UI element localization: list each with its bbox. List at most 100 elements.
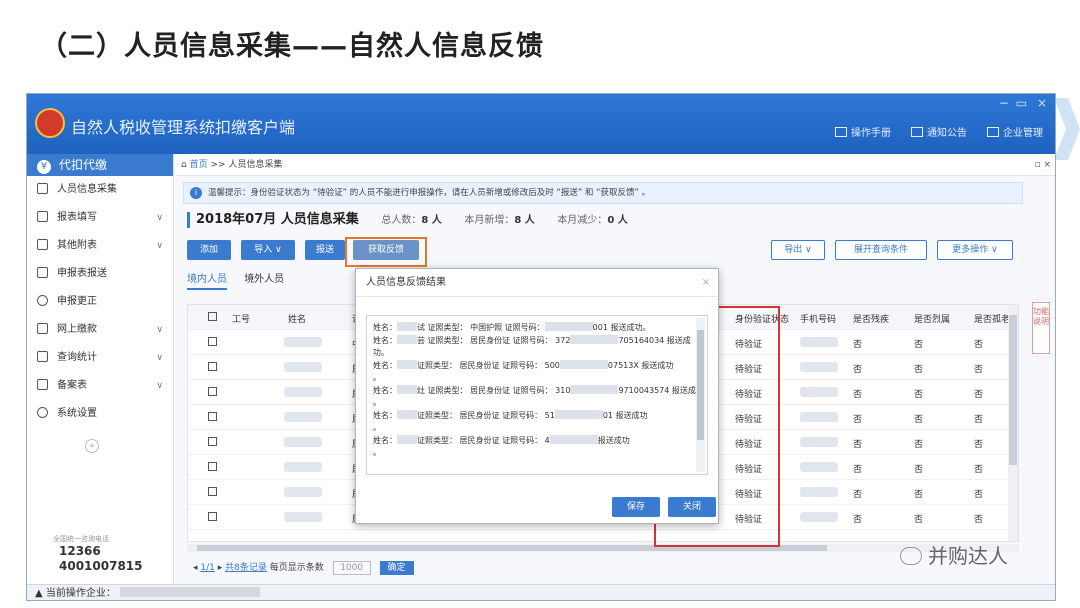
chevron-down-icon: ∨ <box>156 213 163 223</box>
row-checkbox[interactable] <box>208 362 217 371</box>
row-checkbox[interactable] <box>208 437 217 446</box>
edit-icon <box>37 211 48 222</box>
result-line: 姓名：芸 证照类型： 居民身份证 证照号码： 372 705164034 报送成 <box>373 334 691 345</box>
title-bar: 自然人税收管理系统扣缴客户端 − ▭ × 操作手册 通知公告 企业管理 <box>27 94 1055 154</box>
sidebar-collapse-button[interactable]: « <box>85 439 99 453</box>
chevron-down-icon: ∨ <box>156 353 163 363</box>
user-icon: ▲ <box>35 588 46 599</box>
total-count: 8 人 <box>421 215 442 226</box>
import-button[interactable]: 导入 ∨ <box>241 240 295 260</box>
dialog-close-icon[interactable]: × <box>702 269 710 297</box>
dialog-title: 人员信息反馈结果 <box>366 277 446 288</box>
watermark: 并购达人 <box>900 540 1008 569</box>
app-title: 自然人税收管理系统扣缴客户端 <box>71 118 296 137</box>
new-count: 8 人 <box>514 215 535 226</box>
dialog-header: 人员信息反馈结果 × <box>356 269 718 297</box>
hotline-caption: 全国统一咨询电话 <box>53 535 109 543</box>
close-button[interactable]: × <box>1037 96 1047 110</box>
book-icon <box>835 127 847 137</box>
result-line: 功。 <box>373 348 389 357</box>
row-checkbox[interactable] <box>208 512 217 521</box>
slide-title: （二）人员信息采集——自然人信息反馈 <box>40 31 544 62</box>
row-checkbox[interactable] <box>208 462 217 471</box>
document-icon <box>37 379 48 390</box>
select-all-checkbox[interactable] <box>208 312 217 321</box>
feedback-result-dialog: 人员信息反馈结果 × 姓名：试 证照类型： 中国护照 证照号码： 001 报送成功… <box>355 268 719 524</box>
table-hscrollbar[interactable] <box>187 544 1019 552</box>
save-button[interactable]: 保存 <box>612 497 660 517</box>
sidebar-item-correction[interactable]: 申报更正 <box>27 288 173 316</box>
tab-controls[interactable]: ▫ × <box>1034 154 1051 176</box>
hotline-number-1: 12366 <box>59 544 101 558</box>
sidebar-item-query[interactable]: 查询统计 ∨ <box>27 344 173 372</box>
notice-bar: i 温馨提示：身份验证状态为 “待验证” 的人员不能进行申报操作，请在人员新增或修… <box>183 182 1023 204</box>
person-tabs: 境内人员 境外人员 <box>187 270 298 290</box>
home-icon[interactable]: ⌂ <box>181 160 190 170</box>
yen-icon: ¥ <box>37 160 51 174</box>
slide-decoration-chevron <box>1054 98 1080 160</box>
add-button[interactable]: 添加 <box>187 240 231 260</box>
export-button[interactable]: 导出 ∨ <box>771 240 825 260</box>
row-checkbox[interactable] <box>208 487 217 496</box>
wechat-icon <box>900 547 922 565</box>
page-indicator[interactable]: 1/1 <box>200 563 214 573</box>
table-vscrollbar[interactable] <box>1008 305 1018 541</box>
maximize-button[interactable]: ▭ <box>1016 96 1027 110</box>
result-line: 。 <box>373 373 381 382</box>
search-icon <box>37 295 48 306</box>
sidebar-item-filing[interactable]: 备案表 ∨ <box>27 372 173 400</box>
hotline-number-2: 4001007815 <box>59 559 143 573</box>
sidebar-item-report-fill[interactable]: 报表填写 ∨ <box>27 204 173 232</box>
sidebar-item-person-info[interactable]: 人员信息采集 <box>27 176 173 204</box>
result-line: 姓名：灶 证照类型： 居民身份证 证照号码： 310 9710043574 报送成… <box>373 384 704 395</box>
notice-link[interactable]: 通知公告 <box>911 124 967 139</box>
user-icon <box>37 183 48 194</box>
manual-link[interactable]: 操作手册 <box>835 124 891 139</box>
tab-domestic[interactable]: 境内人员 <box>187 274 227 290</box>
breadcrumb-current: 人员信息采集 <box>228 160 283 170</box>
chevron-down-icon: ∨ <box>156 325 163 335</box>
chevron-down-icon: ∨ <box>156 381 163 391</box>
minimize-button[interactable]: − <box>999 96 1009 110</box>
sidebar-item-payment[interactable]: 网上缴款 ∨ <box>27 316 173 344</box>
close-button[interactable]: 关闭 <box>668 497 716 517</box>
tax-emblem-icon <box>35 108 65 138</box>
dialog-scrollbar[interactable] <box>696 318 705 472</box>
feedback-highlight-box <box>345 237 427 267</box>
send-icon <box>37 267 48 278</box>
row-checkbox[interactable] <box>208 412 217 421</box>
stats-bar: 2018年07月 人员信息采集 总人数：8 人 本月新增：8 人 本月减少：0 … <box>187 212 628 228</box>
result-line: 。 <box>373 398 381 407</box>
row-checkbox[interactable] <box>208 387 217 396</box>
chevron-down-icon: ∨ <box>156 241 163 251</box>
result-line: 姓名： 证照类型： 居民身份证 证照号码： 51 01 报送成功 <box>373 409 648 420</box>
result-line: 姓名：试 证照类型： 中国护照 证照号码： 001 报送成功。 <box>373 322 651 332</box>
page-size-input[interactable]: 1000 <box>332 561 371 575</box>
result-line: 。 <box>373 448 381 457</box>
page-confirm-button[interactable]: 确定 <box>379 561 414 575</box>
help-side-tab[interactable]: 功能说明 <box>1032 302 1050 354</box>
sidebar-item-other-attach[interactable]: 其他附表 ∨ <box>27 232 173 260</box>
expand-query-button[interactable]: 展开查询条件 <box>835 240 927 260</box>
submit-button[interactable]: 报送 <box>305 240 345 260</box>
info-icon: i <box>190 187 202 199</box>
sidebar-header[interactable]: ¥ 代扣代缴 <box>27 154 173 176</box>
sidebar-item-submit-report[interactable]: 申报表报送 <box>27 260 173 288</box>
row-checkbox[interactable] <box>208 337 217 346</box>
more-actions-button[interactable]: 更多操作 ∨ <box>937 240 1013 260</box>
tab-foreign[interactable]: 境外人员 <box>244 274 284 285</box>
result-line: 姓名： 证照类型： 居民身份证 证照号码： 4 报送成功 <box>373 434 630 445</box>
status-bar: ▲ 当前操作企业： <box>27 584 1055 600</box>
result-line: 姓名： 证照类型： 居民身份证 证照号码： 500 07513X 报送成功 <box>373 359 674 370</box>
gear-icon <box>37 407 48 418</box>
hotline-block: 全国统一咨询电话 12366 4001007815 <box>35 534 143 574</box>
enterprise-link[interactable]: 企业管理 <box>987 124 1043 139</box>
result-line: 。 <box>373 423 381 432</box>
decrease-count: 0 人 <box>607 215 628 226</box>
sidebar-item-settings[interactable]: 系统设置 <box>27 400 173 428</box>
breadcrumb-home[interactable]: 首页 <box>190 160 208 170</box>
breadcrumb: ⌂ 首页 >> 人员信息采集 ▫ × <box>175 154 1055 176</box>
pager: ◂ 1/1 ▸ 共8条记录 每页显示条数 1000 确定 <box>193 560 414 575</box>
mail-icon <box>911 127 923 137</box>
folder-icon <box>37 323 48 334</box>
